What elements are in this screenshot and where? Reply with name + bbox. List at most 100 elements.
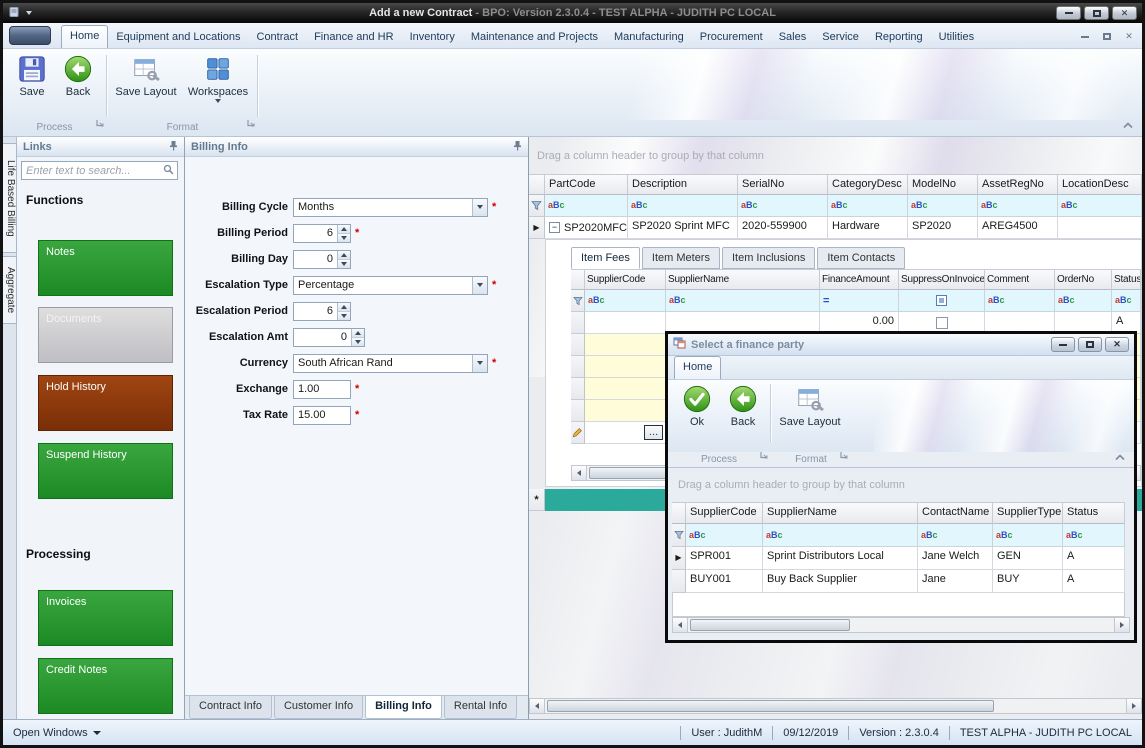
filter-cell-suppressoninvoice[interactable]: [899, 290, 985, 312]
filter-cell-serialno[interactable]: aBc: [738, 195, 828, 217]
filter-cell-status[interactable]: aBc: [1063, 524, 1125, 547]
ok-button[interactable]: Ok: [676, 384, 718, 428]
exchange-field[interactable]: 1.00: [293, 380, 351, 399]
escalation-period-spinner[interactable]: 6: [293, 302, 351, 321]
dropdown-arrow-icon[interactable]: [472, 199, 487, 216]
cell-assetregno[interactable]: AREG4500: [978, 217, 1058, 239]
dropdown-arrow-icon[interactable]: [472, 277, 487, 294]
spin-down-icon[interactable]: [352, 338, 364, 346]
mdi-restore-button[interactable]: [1097, 29, 1117, 44]
filter-cell-suppliername[interactable]: aBc: [666, 290, 820, 312]
invoices-button[interactable]: Invoices: [38, 590, 173, 646]
ribbon-tab-home[interactable]: Home: [61, 25, 108, 48]
quick-access-dropdown-icon[interactable]: [26, 11, 32, 15]
side-tab-aggregate[interactable]: Aggregate: [3, 256, 17, 324]
close-button[interactable]: ✕: [1112, 6, 1137, 20]
dialog-launcher-icon[interactable]: [840, 449, 848, 464]
side-tab-life-based-billing[interactable]: Life Based Billing: [3, 143, 17, 253]
group-by-panel[interactable]: Drag a column header to group by that co…: [529, 137, 1142, 174]
items-area-hscrollbar[interactable]: [529, 698, 1142, 714]
application-menu-button[interactable]: [9, 26, 51, 45]
ribbon-tab-inventory[interactable]: Inventory: [402, 27, 463, 48]
column-header-assetregno[interactable]: AssetRegNo: [978, 174, 1058, 195]
column-header-financeamount[interactable]: FinanceAmount: [820, 269, 899, 290]
ribbon-tab-maintenance-and-projects[interactable]: Maintenance and Projects: [463, 27, 606, 48]
column-header-modelno[interactable]: ModelNo: [908, 174, 978, 195]
spin-down-icon[interactable]: [338, 260, 350, 268]
cell-contactname[interactable]: Jane: [918, 570, 993, 593]
column-header-partcode[interactable]: PartCode: [545, 174, 628, 195]
maximize-button[interactable]: [1084, 6, 1109, 20]
ribbon-tab-finance-and-hr[interactable]: Finance and HR: [306, 27, 402, 48]
ribbon-tab-procurement[interactable]: Procurement: [692, 27, 771, 48]
tab-item-meters[interactable]: Item Meters: [642, 247, 720, 269]
dialog-group-by-panel[interactable]: Drag a column header to group by that co…: [668, 468, 1134, 502]
supplier-row[interactable]: ▶ SPR001 Sprint Distributors Local Jane …: [672, 547, 1125, 570]
cell-status[interactable]: A: [1063, 547, 1125, 570]
notes-button[interactable]: Notes: [38, 240, 173, 296]
search-input[interactable]: [22, 165, 163, 177]
spin-down-icon[interactable]: [338, 312, 350, 320]
cell-serialno[interactable]: 2020-559900: [738, 217, 828, 239]
column-header-suppliercode[interactable]: SupplierCode: [686, 502, 763, 524]
column-header-description[interactable]: Description: [628, 174, 738, 195]
cell-suppliertype[interactable]: BUY: [993, 570, 1063, 593]
ribbon-collapse-icon[interactable]: [1114, 453, 1126, 465]
filter-cell-comment[interactable]: aBc: [985, 290, 1055, 312]
collapse-detail-icon[interactable]: −: [549, 222, 560, 233]
scrollbar-thumb[interactable]: [547, 700, 994, 712]
filter-cell-locationdesc[interactable]: aBc: [1058, 195, 1142, 217]
column-header-comment[interactable]: Comment: [985, 269, 1055, 290]
ribbon-tab-equipment-and-locations[interactable]: Equipment and Locations: [108, 27, 248, 48]
dialog-minimize-button[interactable]: [1051, 337, 1075, 352]
column-header-serialno[interactable]: SerialNo: [738, 174, 828, 195]
tab-item-inclusions[interactable]: Item Inclusions: [722, 247, 815, 269]
dialog-tab-home[interactable]: Home: [674, 356, 721, 379]
filter-cell-suppliertype[interactable]: aBc: [993, 524, 1063, 547]
scroll-right-icon[interactable]: [1126, 699, 1141, 713]
cell-suppliername[interactable]: Buy Back Supplier: [763, 570, 918, 593]
tax-rate-field[interactable]: 15.00: [293, 406, 351, 425]
cell-locationdesc[interactable]: [1058, 217, 1142, 239]
filter-cell-assetregno[interactable]: aBc: [978, 195, 1058, 217]
cell-categorydesc[interactable]: Hardware: [828, 217, 908, 239]
ribbon-tab-contract[interactable]: Contract: [249, 27, 307, 48]
mdi-minimize-button[interactable]: [1075, 29, 1095, 44]
scroll-left-icon[interactable]: [572, 466, 587, 480]
escalation-type-select[interactable]: Percentage: [293, 276, 488, 295]
billing-day-spinner[interactable]: 0: [293, 250, 351, 269]
tab-item-contacts[interactable]: Item Contacts: [817, 247, 905, 269]
workspaces-button[interactable]: Workspaces: [185, 54, 251, 103]
ribbon-tab-sales[interactable]: Sales: [771, 27, 815, 48]
save-button[interactable]: Save: [11, 54, 53, 98]
column-header-suppliername[interactable]: SupplierName: [666, 269, 820, 290]
ribbon-tab-utilities[interactable]: Utilities: [931, 27, 982, 48]
spin-up-icon[interactable]: [338, 225, 350, 234]
column-header-status[interactable]: Status: [1112, 269, 1141, 290]
spin-up-icon[interactable]: [352, 329, 364, 338]
ribbon-collapse-icon[interactable]: [1122, 121, 1134, 133]
filter-cell-orderno[interactable]: aBc: [1055, 290, 1112, 312]
cell-status[interactable]: A: [1063, 570, 1125, 593]
back-button[interactable]: Back: [57, 54, 99, 98]
filter-cell-modelno[interactable]: aBc: [908, 195, 978, 217]
filter-cell-suppliername[interactable]: aBc: [763, 524, 918, 547]
escalation-amt-spinner[interactable]: 0: [293, 328, 365, 347]
column-header-locationdesc[interactable]: LocationDesc: [1058, 174, 1142, 195]
tab-billing-info[interactable]: Billing Info: [365, 696, 442, 719]
filter-cell-partcode[interactable]: aBc: [545, 195, 628, 217]
supplier-row[interactable]: BUY001 Buy Back Supplier Jane BUY A: [672, 570, 1125, 593]
billing-cycle-select[interactable]: Months: [293, 198, 488, 217]
search-icon[interactable]: [163, 164, 174, 178]
column-header-suppressoninvoice[interactable]: SuppressOnInvoice: [899, 269, 985, 290]
cell-suppliername[interactable]: Sprint Distributors Local: [763, 547, 918, 570]
pin-icon[interactable]: [169, 140, 178, 154]
cell-suppliercode[interactable]: SPR001: [686, 547, 763, 570]
cell-partcode[interactable]: −SP2020MFC: [545, 217, 628, 239]
tab-customer-info[interactable]: Customer Info: [274, 696, 363, 719]
filter-cell-financeamount[interactable]: =: [820, 290, 899, 312]
ribbon-tab-manufacturing[interactable]: Manufacturing: [606, 27, 692, 48]
filter-cell-description[interactable]: aBc: [628, 195, 738, 217]
billing-period-spinner[interactable]: 6: [293, 224, 351, 243]
cell-suppliercode[interactable]: BUY001: [686, 570, 763, 593]
